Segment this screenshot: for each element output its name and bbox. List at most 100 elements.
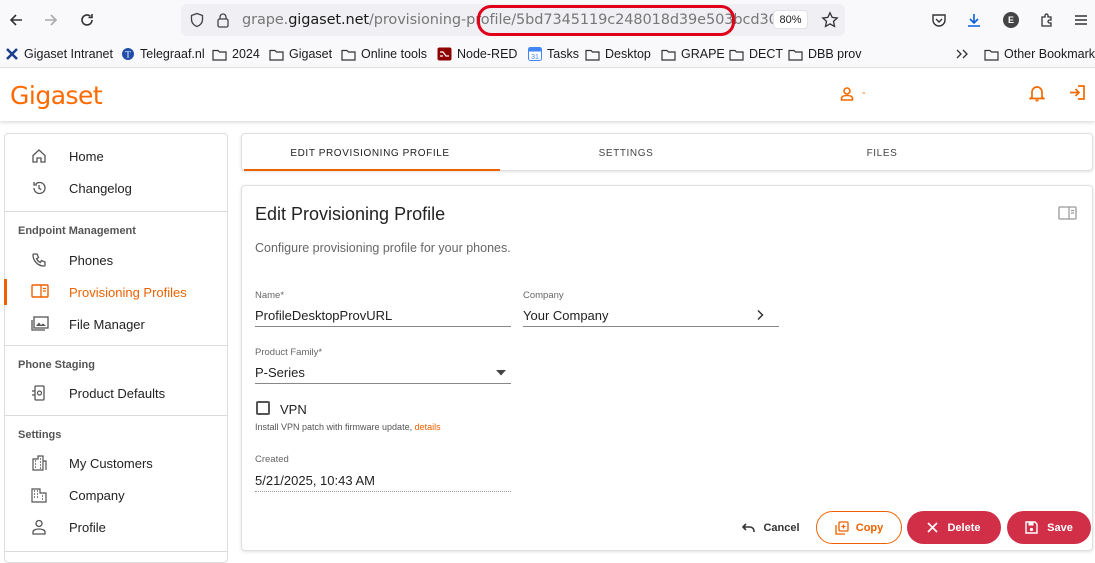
- home-icon: [31, 148, 49, 164]
- forward-icon[interactable]: [40, 9, 62, 31]
- sidebar-item-label: Home: [69, 149, 104, 164]
- sidebar-item-company[interactable]: Company: [5, 479, 227, 511]
- save-label: Save: [1047, 521, 1073, 534]
- cancel-label: Cancel: [763, 521, 800, 534]
- sidebar-group-endpoint: Endpoint Management Phones Provisioning …: [4, 212, 227, 346]
- bookmark-label: Desktop: [605, 47, 651, 61]
- bookmark-label: Gigaset Intranet: [24, 47, 113, 61]
- star-icon[interactable]: [821, 11, 839, 29]
- sidebar-item-home[interactable]: Home: [5, 140, 227, 172]
- bookmark-folder-grape[interactable]: GRAPE: [661, 45, 725, 63]
- url-highlight-annotation: [477, 5, 735, 36]
- sidebar-item-label: Profile: [69, 520, 106, 535]
- profile-avatar-icon[interactable]: E: [1000, 9, 1022, 31]
- bookmark-label: 2024: [232, 47, 260, 61]
- gigaset-logo[interactable]: Gigaset: [10, 81, 103, 110]
- page-subtitle: Configure provisioning profile for your …: [255, 241, 511, 255]
- pocket-icon[interactable]: [928, 9, 950, 31]
- vpn-details-link[interactable]: details: [415, 422, 441, 432]
- notifications-bell-icon[interactable]: [1029, 84, 1045, 102]
- undo-icon: [742, 522, 756, 532]
- svg-text:31: 31: [531, 54, 539, 61]
- sidebar-item-file-manager[interactable]: File Manager: [5, 308, 227, 340]
- delete-label: Delete: [947, 521, 981, 534]
- bookmark-label: GRAPE: [681, 47, 725, 61]
- save-button[interactable]: Save: [1007, 511, 1091, 544]
- bookmark-label: Telegraaf.nl: [140, 47, 205, 61]
- user-icon[interactable]: [840, 87, 854, 101]
- chevron-right-icon[interactable]: [755, 309, 765, 321]
- name-field[interactable]: ProfileDesktopProvURL: [255, 308, 392, 323]
- dropdown-arrow-icon[interactable]: [496, 370, 506, 376]
- created-value: 5/21/2025, 10:43 AM: [255, 473, 375, 488]
- logout-icon[interactable]: [1069, 84, 1086, 101]
- extensions-icon[interactable]: [1036, 9, 1058, 31]
- cancel-button[interactable]: Cancel: [736, 511, 806, 544]
- bookmark-folder-gigaset[interactable]: Gigaset: [269, 45, 332, 63]
- back-icon[interactable]: [5, 9, 27, 31]
- edit-profile-card: Edit Provisioning Profile Configure prov…: [241, 185, 1093, 551]
- user-name[interactable]: -: [862, 87, 866, 99]
- copy-button[interactable]: Copy: [816, 511, 902, 544]
- folder-icon: [269, 47, 284, 61]
- bookmark-folder-dbb-prov[interactable]: DBB prov: [788, 45, 862, 63]
- bookmark-other-bookmarks[interactable]: Other Bookmarks: [984, 45, 1095, 63]
- tab-settings[interactable]: SETTINGS: [498, 148, 754, 159]
- bookmark-telegraaf[interactable]: T Telegraaf.nl: [120, 45, 205, 63]
- folder-icon: [729, 47, 744, 61]
- bookmark-folder-2024[interactable]: 2024: [212, 45, 260, 63]
- sidebar-item-changelog[interactable]: Changelog: [5, 172, 227, 204]
- bookmark-label: Other Bookmarks: [1004, 47, 1095, 61]
- sidebar-group-staging: Phone Staging Product Defaults: [5, 346, 227, 416]
- shield-icon[interactable]: [189, 12, 205, 28]
- bookmark-gigaset-intranet[interactable]: Gigaset Intranet: [4, 45, 113, 63]
- bookmark-node-red[interactable]: Node-RED: [437, 45, 517, 63]
- bookmark-label: Online tools: [361, 47, 428, 61]
- sidebar-item-product-defaults[interactable]: Product Defaults: [5, 377, 227, 409]
- sidebar: Home Changelog Endpoint Management Phone…: [4, 133, 228, 563]
- bookmark-folder-desktop[interactable]: Desktop: [585, 45, 651, 63]
- menu-icon[interactable]: [1070, 9, 1092, 31]
- sidebar-item-my-customers[interactable]: My Customers: [5, 447, 227, 479]
- lock-icon[interactable]: [216, 12, 230, 28]
- bookmark-tasks[interactable]: 31 Tasks: [527, 45, 579, 63]
- sidebar-item-profile[interactable]: Profile: [5, 511, 227, 543]
- tab-bar: EDIT PROVISIONING PROFILE SETTINGS FILES: [241, 133, 1093, 171]
- zoom-badge[interactable]: 80%: [773, 10, 808, 29]
- vpn-checkbox[interactable]: [256, 401, 270, 415]
- folder-icon: [585, 47, 600, 61]
- folder-icon: [788, 47, 803, 61]
- tab-edit-provisioning-profile[interactable]: EDIT PROVISIONING PROFILE: [242, 148, 498, 159]
- tab-files[interactable]: FILES: [754, 148, 1010, 159]
- reload-icon[interactable]: [76, 9, 98, 31]
- sidebar-item-phones[interactable]: Phones: [5, 244, 227, 276]
- download-icon[interactable]: [963, 9, 985, 31]
- browser-toolbar: grape.gigaset.net/provisioning-profile/5…: [0, 0, 1095, 40]
- sidebar-item-label: File Manager: [69, 317, 145, 332]
- product-family-select[interactable]: P-Series: [255, 365, 305, 380]
- profile-icon: [31, 284, 49, 300]
- delete-button[interactable]: Delete: [907, 511, 1001, 544]
- sidebar-item-provisioning-profiles[interactable]: Provisioning Profiles: [4, 276, 227, 308]
- copy-label: Copy: [855, 521, 884, 534]
- sidebar-section-header: Endpoint Management: [18, 225, 136, 237]
- sidebar-group-settings: Settings My Customers Company Profile: [5, 416, 227, 552]
- folder-icon: [212, 47, 227, 61]
- side-panel-toggle-icon[interactable]: [1058, 206, 1077, 220]
- tasks-icon: 31: [527, 47, 542, 61]
- company-field[interactable]: Your Company: [523, 308, 609, 323]
- sidebar-item-label: Company: [69, 488, 125, 503]
- telegraaf-icon: T: [120, 47, 135, 61]
- chevron-double-right-icon[interactable]: [955, 45, 969, 63]
- bookmark-folder-dect[interactable]: DECT: [729, 45, 783, 63]
- folder-icon: [661, 47, 676, 61]
- profile-initial: E: [1003, 12, 1019, 28]
- sidebar-item-label: My Customers: [69, 456, 153, 471]
- bookmark-label: Node-RED: [457, 47, 518, 61]
- vpn-hint-text: Install VPN patch with firmware update,: [255, 422, 413, 432]
- sidebar-item-label: Provisioning Profiles: [69, 285, 187, 300]
- bookmark-folder-online-tools[interactable]: Online tools: [341, 45, 427, 63]
- sidebar-group-main: Home Changelog: [5, 134, 227, 212]
- name-label: Name*: [255, 290, 285, 301]
- folder-icon: [984, 47, 999, 61]
